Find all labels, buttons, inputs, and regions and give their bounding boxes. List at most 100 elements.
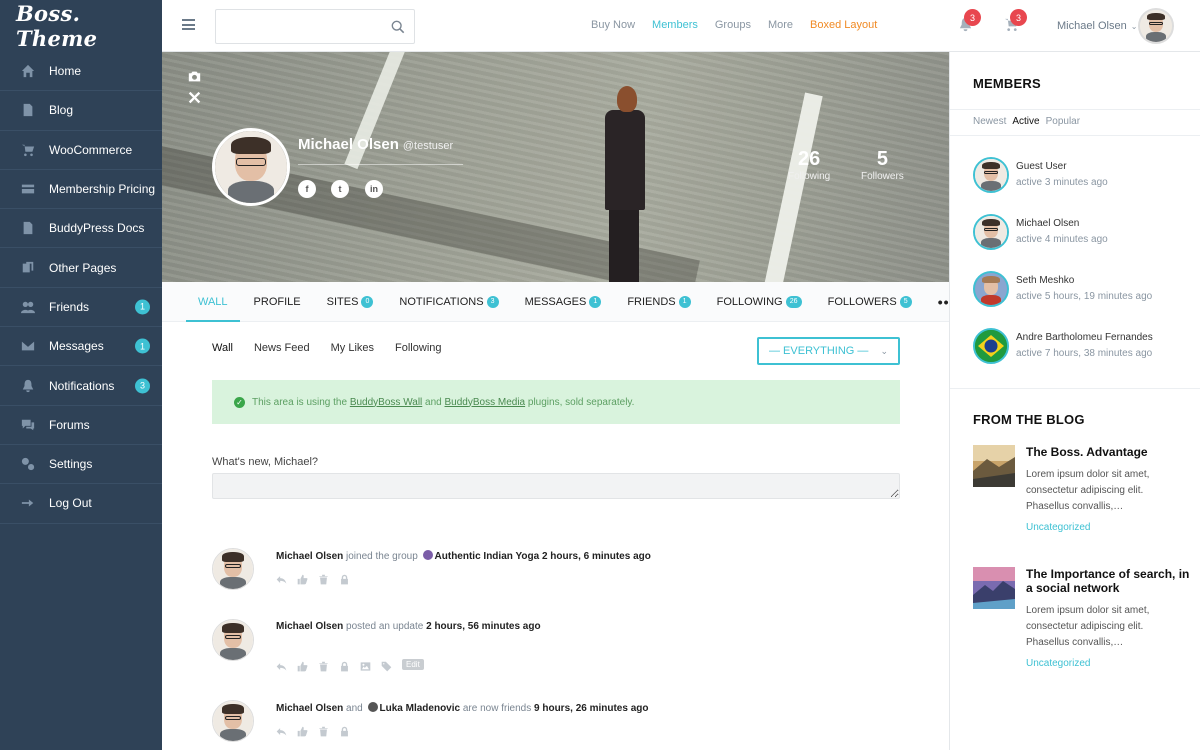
sidebar-item-friends[interactable]: Friends 1 bbox=[0, 288, 162, 328]
tab-messages[interactable]: MESSAGES 1 bbox=[525, 282, 602, 322]
sidebar-item-forums[interactable]: Forums bbox=[0, 406, 162, 445]
subtab-wall[interactable]: Wall bbox=[212, 342, 233, 354]
member-name[interactable]: Guest User bbox=[1016, 161, 1067, 172]
following-stat[interactable]: 26 Following bbox=[788, 148, 830, 182]
lock-icon[interactable] bbox=[339, 724, 350, 737]
members-filter-popular[interactable]: Popular bbox=[1046, 116, 1080, 127]
activity-time[interactable]: 2 hours, 6 minutes ago bbox=[539, 551, 651, 562]
activity-target-link[interactable]: Luka Mladenovic bbox=[380, 703, 461, 714]
profile-cover: Michael Olsen @testuser f t in 26 Followi… bbox=[162, 52, 949, 282]
edit-button[interactable]: Edit bbox=[402, 659, 424, 670]
avatar[interactable] bbox=[212, 700, 254, 742]
tab-followers[interactable]: FOLLOWERS 5 bbox=[828, 282, 912, 322]
blog-thumbnail[interactable] bbox=[973, 445, 1015, 487]
reply-icon[interactable] bbox=[276, 724, 287, 736]
sidebar-item-messages[interactable]: Messages 1 bbox=[0, 327, 162, 367]
image-icon[interactable] bbox=[360, 659, 371, 671]
member-item[interactable]: Andre Bartholomeu Fernandes active 7 hou… bbox=[973, 328, 1193, 368]
activity-actor-link[interactable]: Michael Olsen bbox=[276, 621, 343, 632]
activity-time[interactable]: 9 hours, 26 minutes ago bbox=[534, 703, 648, 714]
blog-thumbnail[interactable] bbox=[973, 567, 1015, 609]
members-filter-active[interactable]: Active bbox=[1012, 116, 1039, 127]
avatar[interactable] bbox=[973, 157, 1009, 193]
sidebar-item-buddypress-docs[interactable]: BuddyPress Docs bbox=[0, 209, 162, 249]
reply-icon[interactable] bbox=[276, 659, 287, 671]
nav-more[interactable]: More bbox=[768, 19, 793, 31]
reply-icon[interactable] bbox=[276, 572, 287, 584]
subtab-following[interactable]: Following bbox=[395, 342, 441, 354]
blog-post-title[interactable]: The Importance of search, in a social ne… bbox=[1026, 567, 1191, 595]
activity-target-link[interactable]: Authentic Indian Yoga bbox=[435, 551, 540, 562]
activity-actor-link[interactable]: Michael Olsen bbox=[276, 551, 343, 562]
whats-new-textarea[interactable] bbox=[212, 473, 900, 499]
avatar[interactable] bbox=[1138, 8, 1174, 44]
twitter-icon[interactable]: t bbox=[331, 180, 349, 198]
member-item[interactable]: Michael Olsen active 4 minutes ago bbox=[973, 214, 1193, 254]
activity-actor-link[interactable]: Michael Olsen bbox=[276, 703, 343, 714]
tab-friends[interactable]: FRIENDS 1 bbox=[627, 282, 691, 322]
like-icon[interactable] bbox=[297, 724, 308, 737]
cart-button[interactable]: 3 bbox=[1004, 9, 1027, 37]
tab-sites[interactable]: SITES 0 bbox=[327, 282, 374, 322]
member-item[interactable]: Guest User active 3 minutes ago bbox=[973, 157, 1193, 197]
tag-icon[interactable] bbox=[381, 659, 392, 672]
like-icon[interactable] bbox=[297, 572, 308, 585]
search-icon[interactable] bbox=[391, 20, 405, 34]
tab-notifications[interactable]: NOTIFICATIONS 3 bbox=[399, 282, 499, 322]
buddyboss-media-link[interactable]: BuddyBoss Media bbox=[445, 397, 526, 408]
lock-icon[interactable] bbox=[339, 659, 350, 672]
group-avatar-icon bbox=[422, 550, 433, 560]
blog-post-category[interactable]: Uncategorized bbox=[1026, 658, 1090, 669]
lock-icon[interactable] bbox=[339, 572, 350, 585]
search-input[interactable] bbox=[216, 10, 386, 43]
subtab-my-likes[interactable]: My Likes bbox=[331, 342, 374, 354]
gear-icon bbox=[20, 457, 36, 471]
member-name[interactable]: Michael Olsen bbox=[1016, 218, 1079, 229]
nav-members[interactable]: Members bbox=[652, 19, 698, 31]
member-item[interactable]: Seth Meshko active 5 hours, 19 minutes a… bbox=[973, 271, 1193, 311]
sidebar-item-notifications[interactable]: Notifications 3 bbox=[0, 366, 162, 406]
nav-groups[interactable]: Groups bbox=[715, 19, 751, 31]
tab-following[interactable]: FOLLOWING 26 bbox=[717, 282, 802, 322]
avatar[interactable] bbox=[212, 619, 254, 661]
avatar[interactable] bbox=[212, 548, 254, 590]
activity-time[interactable]: 2 hours, 56 minutes ago bbox=[426, 621, 540, 632]
delete-icon[interactable] bbox=[318, 659, 329, 672]
like-icon[interactable] bbox=[297, 659, 308, 672]
sidebar-item-other-pages[interactable]: Other Pages bbox=[0, 248, 162, 288]
subtab-news-feed[interactable]: News Feed bbox=[254, 342, 310, 354]
avatar[interactable] bbox=[973, 271, 1009, 307]
facebook-icon[interactable]: f bbox=[298, 180, 316, 198]
member-name[interactable]: Andre Bartholomeu Fernandes bbox=[1016, 332, 1153, 343]
activity-filter-select[interactable]: — EVERYTHING — ⌄ bbox=[757, 337, 900, 365]
nav-boxed-layout[interactable]: Boxed Layout bbox=[810, 19, 877, 31]
tab-profile[interactable]: PROFILE bbox=[254, 282, 301, 322]
menu-toggle-icon[interactable] bbox=[182, 19, 195, 30]
nav-buy-now[interactable]: Buy Now bbox=[591, 19, 635, 31]
sidebar-item-membership-pricing[interactable]: Membership Pricing bbox=[0, 170, 162, 210]
sidebar-item-log-out[interactable]: Log Out bbox=[0, 484, 162, 524]
blog-post-title[interactable]: The Boss. Advantage bbox=[1026, 445, 1191, 459]
avatar[interactable] bbox=[973, 328, 1009, 364]
followers-stat[interactable]: 5 Followers bbox=[861, 148, 904, 182]
avatar[interactable] bbox=[973, 214, 1009, 250]
notifications-button[interactable]: 3 bbox=[958, 9, 981, 37]
tab-wall[interactable]: WALL bbox=[186, 282, 239, 322]
buddyboss-wall-link[interactable]: BuddyBoss Wall bbox=[350, 397, 422, 408]
members-filter-newest[interactable]: Newest bbox=[973, 116, 1006, 127]
sidebar-item-settings[interactable]: Settings bbox=[0, 445, 162, 485]
blog-post-category[interactable]: Uncategorized bbox=[1026, 522, 1090, 533]
delete-icon[interactable] bbox=[318, 724, 329, 737]
profile-handle: @testuser bbox=[402, 140, 454, 152]
camera-icon[interactable] bbox=[188, 70, 201, 83]
sidebar-item-blog[interactable]: Blog bbox=[0, 91, 162, 131]
profile-avatar[interactable] bbox=[212, 128, 290, 206]
user-menu[interactable]: Michael Olsen ⌄ bbox=[1057, 20, 1137, 32]
linkedin-icon[interactable]: in bbox=[365, 180, 383, 198]
sidebar-item-woocommerce[interactable]: WooCommerce bbox=[0, 131, 162, 170]
member-name[interactable]: Seth Meshko bbox=[1016, 275, 1074, 286]
logo[interactable]: Boss. Theme bbox=[0, 0, 162, 52]
close-icon[interactable] bbox=[188, 91, 201, 104]
sidebar-item-home[interactable]: Home bbox=[0, 52, 162, 92]
delete-icon[interactable] bbox=[318, 572, 329, 585]
